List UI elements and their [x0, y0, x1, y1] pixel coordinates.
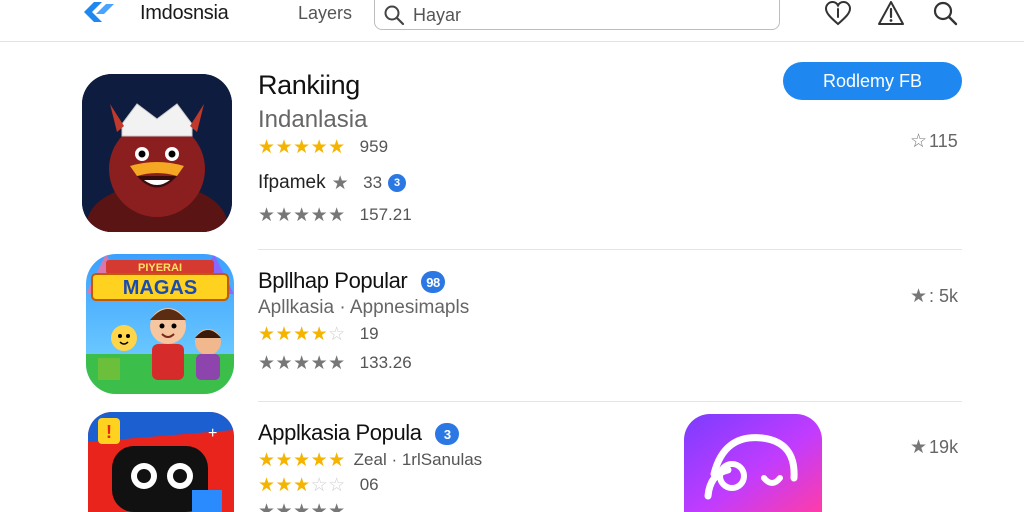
row-2-title-wrap[interactable]: Bpllhap Popular 98	[258, 268, 446, 294]
row-3-title[interactable]: Applkasia Popula	[258, 420, 422, 445]
row-3-right-meta: ★ 19k	[910, 436, 958, 459]
row-2-subtitle: Apllkasia · Appnesimapls	[258, 297, 470, 318]
star-outline-icon: ☆	[910, 131, 928, 152]
row-1-secondary-value: 33	[363, 173, 383, 192]
logo-icon[interactable]	[80, 0, 118, 28]
mascot-graphic	[82, 74, 232, 232]
row-2-secondary-line: ★★★★★ 133.26	[258, 352, 412, 374]
icon-banner: MAGAS	[123, 277, 197, 299]
alert-icon[interactable]	[877, 0, 905, 28]
row-3-stars-partial: ★★★☆☆	[258, 474, 346, 496]
search-bar[interactable]: Hayar	[374, 0, 780, 30]
row-1-badge: 3	[388, 174, 407, 192]
search-input[interactable]: Hayar	[413, 5, 461, 26]
heart-icon[interactable]	[824, 0, 852, 28]
row-3-rating-value: Zeal · 1rlSanulas	[353, 450, 483, 469]
featured-app-icon[interactable]	[684, 414, 822, 512]
row-2-rating-line: ★★★★☆ 19	[258, 323, 379, 345]
row-2-stars: ★★★★☆	[258, 323, 346, 345]
row-1-tertiary-line: ★★★★★ 157.21	[258, 204, 412, 226]
row-3-right-value: 19k	[929, 437, 959, 457]
row-1-rating-line: ★★★★★ 959	[258, 136, 388, 158]
app-icon-1[interactable]	[82, 74, 232, 232]
row-1-subtitle: Indanlasia	[258, 106, 368, 133]
svg-text:!: !	[106, 422, 112, 442]
row-1-tertiary-value: 157.21	[359, 205, 412, 224]
row-1-secondary-label: Ifpamek	[258, 172, 326, 193]
row-divider	[258, 401, 962, 402]
search-icon	[384, 5, 405, 26]
row-3-title-wrap[interactable]: Applkasia Popula 3	[258, 420, 460, 446]
character-graphic: ! +	[88, 412, 234, 512]
row-3-tertiary-line: ★★★★★	[258, 500, 346, 512]
row-2-title[interactable]: Bpllhap Popular	[258, 268, 408, 293]
game-graphic: PIYERAI MAGAS	[86, 254, 234, 394]
row-1-secondary-line: Ifpamek ★ 33 3	[258, 172, 407, 194]
icon-banner-top: PIYERAI	[138, 262, 182, 274]
star-icon: ★	[331, 172, 350, 194]
row-3-secondary-value: 06	[359, 475, 379, 494]
row-3-secondary-line: ★★★☆☆ 06	[258, 474, 379, 496]
row-3-stars: ★★★★★	[258, 449, 346, 471]
row-2-badge: 98	[421, 271, 446, 294]
row-1-right-meta: ☆ 115	[910, 130, 958, 153]
svg-text:+: +	[208, 425, 217, 442]
camera-swirl-icon	[684, 414, 822, 512]
search-icon[interactable]	[931, 0, 959, 28]
top-bar: Imdosnsia Layers Hayar	[0, 0, 1024, 42]
row-3-badge: 3	[435, 423, 460, 446]
row-2-right-value: : 5k	[929, 286, 959, 306]
row-1-stars-grey: ★★★★★	[258, 204, 346, 226]
row-2-secondary-value: 133.26	[359, 353, 412, 372]
row-1-title[interactable]: Rankiing	[258, 70, 360, 101]
app-icon-3[interactable]: ! +	[88, 412, 234, 512]
row-2-rating-value: 19	[359, 324, 379, 343]
star-icon: ★	[910, 286, 928, 307]
row-1-rating-value: 959	[359, 137, 389, 156]
app-icon-2[interactable]: PIYERAI MAGAS	[86, 254, 234, 394]
row-1-stars: ★★★★★	[258, 136, 346, 158]
row-3-stars-grey: ★★★★★	[258, 500, 346, 512]
row-3-rating-line: ★★★★★ Zeal · 1rlSanulas	[258, 449, 482, 471]
row-2-stars-grey: ★★★★★	[258, 352, 346, 374]
rodlemy-fb-button[interactable]: Rodlemy FB	[783, 62, 962, 100]
brand-name[interactable]: Imdosnsia	[140, 2, 229, 25]
nav-layers-link[interactable]: Layers	[298, 3, 352, 24]
star-icon: ★	[910, 437, 928, 458]
row-divider	[258, 249, 962, 250]
row-1-right-value: 115	[929, 131, 958, 151]
row-2-right-meta: ★ : 5k	[910, 285, 958, 308]
